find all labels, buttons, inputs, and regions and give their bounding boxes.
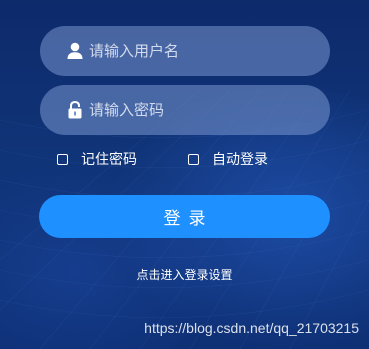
login-button-label: 登录 bbox=[163, 209, 214, 229]
password-input[interactable] bbox=[89, 85, 319, 135]
username-input[interactable] bbox=[89, 26, 319, 76]
remember-password-label: 记住密码 bbox=[81, 152, 137, 168]
auto-login-checkbox[interactable]: 自动登录 bbox=[188, 150, 268, 168]
watermark-url: https://blog.csdn.net/qq_21703215 bbox=[144, 320, 359, 336]
password-field[interactable] bbox=[40, 85, 330, 135]
remember-password-checkbox[interactable]: 记住密码 bbox=[57, 150, 137, 168]
login-settings-link[interactable]: 点击进入登录设置 bbox=[0, 266, 369, 283]
checkbox-box[interactable] bbox=[188, 153, 199, 165]
auto-login-label: 自动登录 bbox=[212, 152, 268, 168]
login-button[interactable]: 登录 bbox=[39, 195, 330, 238]
lock-icon bbox=[68, 100, 82, 119]
login-settings-label: 点击进入登录设置 bbox=[136, 268, 233, 282]
user-icon bbox=[67, 42, 83, 59]
username-field[interactable] bbox=[40, 26, 330, 76]
checkbox-box[interactable] bbox=[57, 153, 68, 165]
